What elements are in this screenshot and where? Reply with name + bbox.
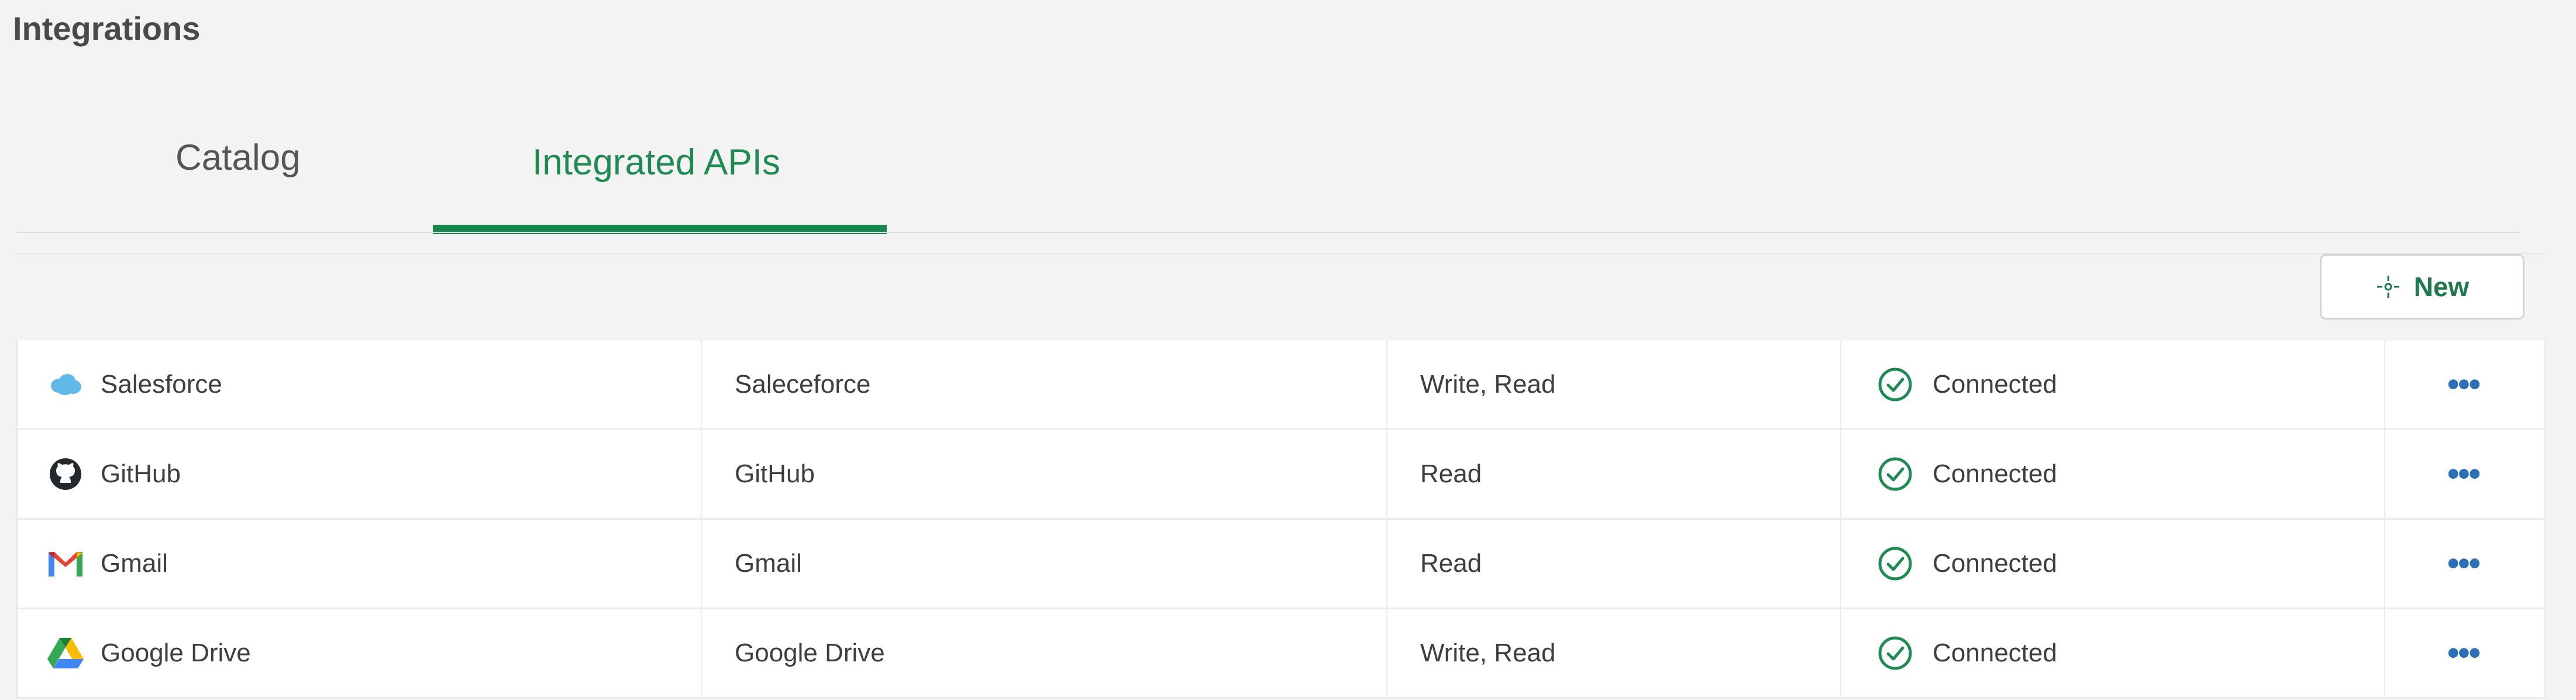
table-row[interactable]: Google Drive Google Drive Write, Read Co…	[18, 609, 2544, 699]
more-icon[interactable]: •••	[2447, 547, 2481, 581]
google-drive-icon	[47, 634, 84, 672]
permissions-text: Read	[1420, 459, 1482, 488]
tab-integrated-apis[interactable]: Integrated APIs	[532, 142, 780, 183]
name-cell: GitHub	[18, 430, 702, 518]
integration-name: GitHub	[101, 459, 181, 488]
table-row[interactable]: GitHub GitHub Read Connected •••	[18, 430, 2544, 520]
page-title: Integrations	[13, 10, 201, 47]
actions-cell: •••	[2385, 341, 2543, 428]
check-circle-icon	[1876, 455, 1914, 493]
name-cell: Salesforce	[18, 341, 702, 428]
status-text: Connected	[1933, 459, 2057, 488]
api-name: Gmail	[735, 549, 802, 578]
table-toolbar: New	[16, 253, 2543, 342]
status-cell: Connected	[1841, 520, 2385, 608]
permissions-text: Read	[1420, 549, 1482, 578]
salesforce-icon	[47, 366, 84, 403]
actions-cell: •••	[2385, 520, 2543, 608]
permissions-text: Write, Read	[1420, 639, 1556, 667]
permissions-cell: Read	[1387, 520, 1841, 608]
integration-name: Salesforce	[101, 370, 222, 399]
api-name: Saleceforce	[735, 370, 871, 399]
integration-name: Google Drive	[101, 639, 251, 667]
more-icon[interactable]: •••	[2447, 457, 2481, 491]
new-button-label: New	[2413, 272, 2470, 302]
permissions-cell: Write, Read	[1387, 609, 1841, 697]
status-text: Connected	[1933, 639, 2057, 667]
actions-cell: •••	[2385, 430, 2543, 518]
github-icon	[47, 455, 84, 493]
permissions-cell: Write, Read	[1387, 341, 1841, 428]
status-cell: Connected	[1841, 609, 2385, 697]
more-icon[interactable]: •••	[2447, 636, 2481, 670]
new-button[interactable]: New	[2320, 254, 2525, 320]
permissions-text: Write, Read	[1420, 370, 1556, 399]
integration-name: Gmail	[101, 549, 168, 578]
check-circle-icon	[1876, 634, 1914, 672]
name-cell: Google Drive	[18, 609, 702, 697]
api-cell: Gmail	[702, 520, 1387, 608]
name-cell: Gmail	[18, 520, 702, 608]
api-name: GitHub	[735, 459, 815, 488]
api-cell: Google Drive	[702, 609, 1387, 697]
api-cell: Saleceforce	[702, 341, 1387, 428]
status-cell: Connected	[1841, 430, 2385, 518]
table-row[interactable]: Gmail Gmail Read Connected •••	[18, 520, 2544, 609]
table-row[interactable]: Salesforce Saleceforce Write, Read Conne…	[18, 341, 2544, 430]
tabs-divider	[16, 232, 2520, 233]
check-circle-icon	[1876, 366, 1914, 403]
integrations-table: Salesforce Saleceforce Write, Read Conne…	[16, 341, 2546, 699]
tab-bar: Catalog Integrated APIs	[0, 105, 2576, 236]
tab-catalog[interactable]: Catalog	[175, 137, 301, 179]
permissions-cell: Read	[1387, 430, 1841, 518]
actions-cell: •••	[2385, 609, 2543, 697]
status-text: Connected	[1933, 370, 2057, 399]
sparkle-icon	[2375, 274, 2401, 300]
status-text: Connected	[1933, 549, 2057, 578]
status-cell: Connected	[1841, 341, 2385, 428]
check-circle-icon	[1876, 545, 1914, 582]
gmail-icon	[47, 545, 84, 582]
more-icon[interactable]: •••	[2447, 368, 2481, 402]
api-name: Google Drive	[735, 639, 885, 667]
api-cell: GitHub	[702, 430, 1387, 518]
